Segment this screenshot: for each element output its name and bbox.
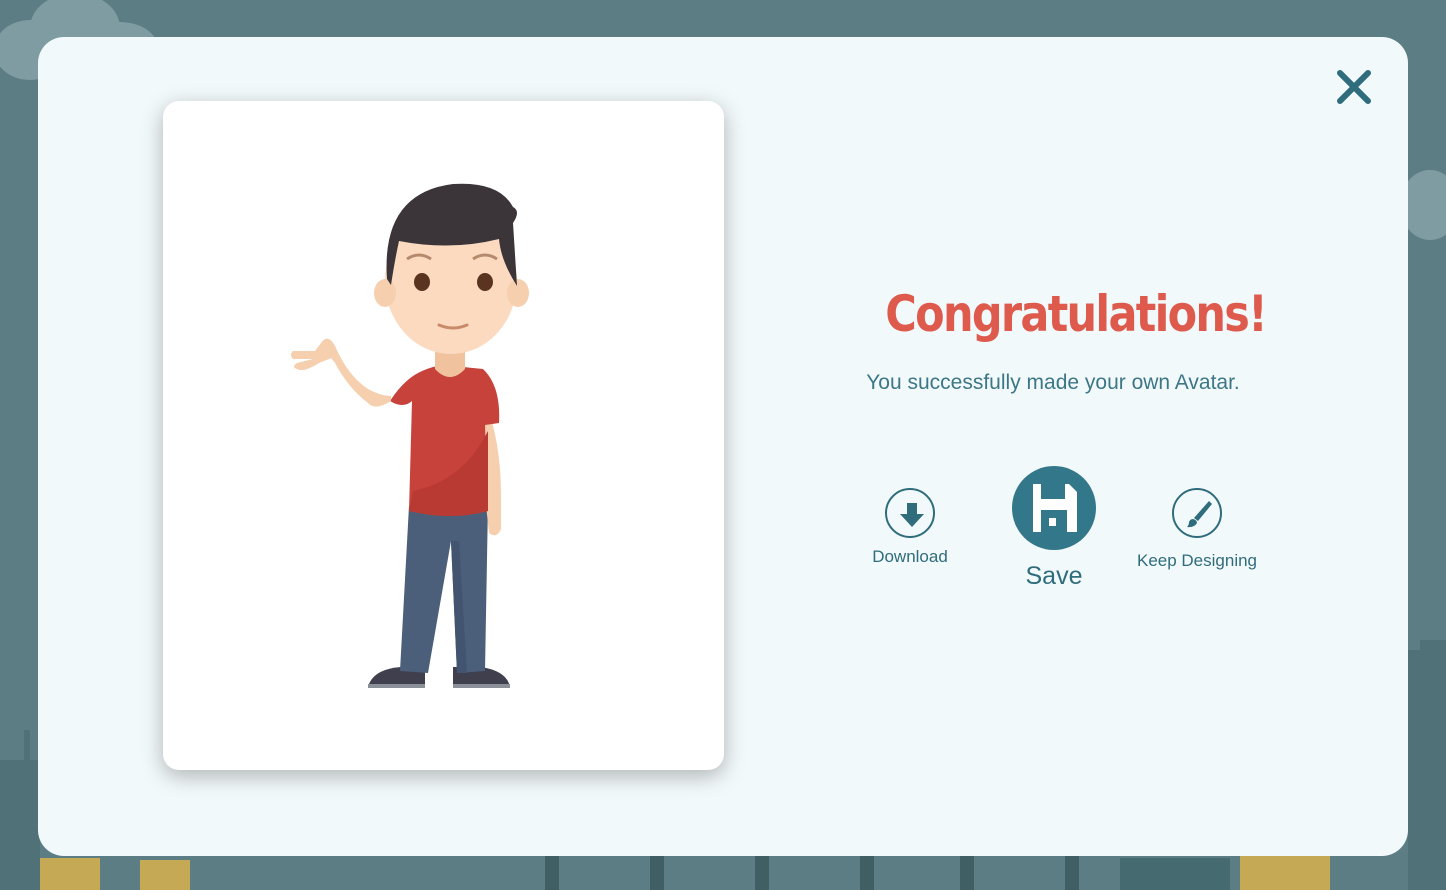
congratulations-modal: Congratulations! You successfully made y…	[38, 37, 1408, 856]
keep-designing-label: Keep Designing	[1136, 551, 1258, 570]
download-label: Download	[872, 547, 948, 566]
download-arrow-icon	[900, 503, 924, 527]
paintbrush-icon	[1187, 501, 1212, 528]
close-icon	[1337, 70, 1371, 104]
keep-designing-button[interactable]: Keep Designing	[1126, 488, 1268, 571]
avatar-figure	[291, 183, 529, 688]
floppy-disk-icon	[1033, 484, 1077, 532]
download-button[interactable]: Download	[860, 488, 960, 567]
success-message: You successfully made your own Avatar.	[866, 371, 1240, 394]
close-button[interactable]	[1334, 67, 1374, 107]
save-button[interactable]: Save	[1002, 466, 1106, 591]
congratulations-title: Congratulations!	[885, 285, 1267, 343]
avatar-card	[163, 101, 724, 770]
save-label: Save	[1025, 562, 1083, 590]
